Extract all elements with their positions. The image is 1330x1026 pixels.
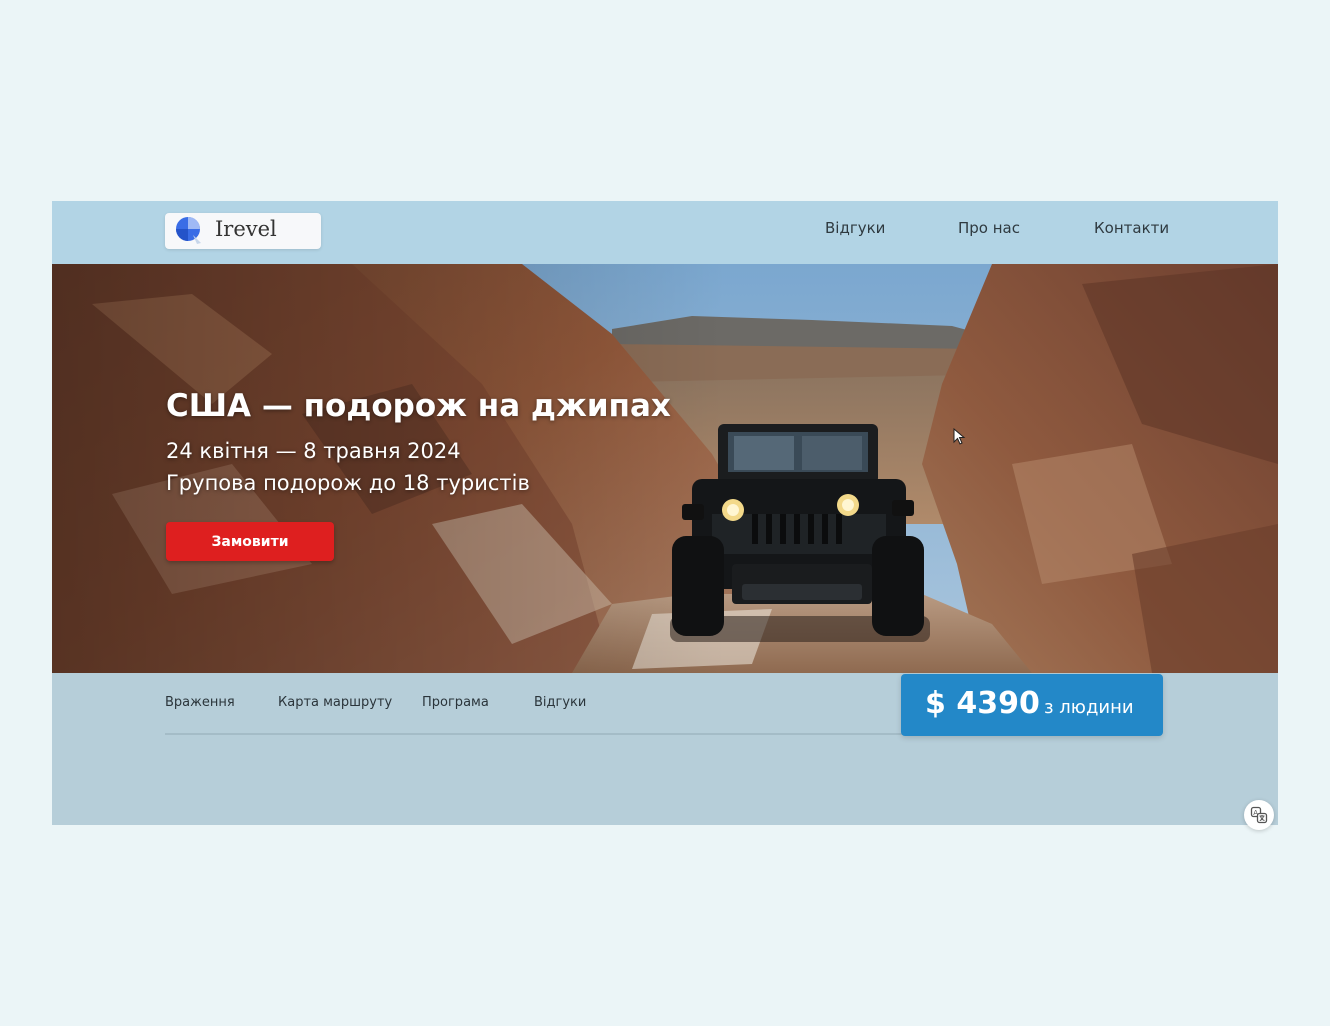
site-header: Irevel Відгуки Про нас Контакти <box>52 201 1278 264</box>
price-amount: $ 4390 <box>925 686 1040 721</box>
site-logo[interactable]: Irevel <box>165 213 321 249</box>
jeep-canyon-photo <box>52 264 1278 673</box>
price-badge: $ 4390 з людини <box>901 674 1163 736</box>
nav-reviews[interactable]: Відгуки <box>825 219 885 237</box>
order-button[interactable]: Замовити <box>166 522 334 561</box>
globe-logo-icon <box>176 217 201 244</box>
tour-dates: 24 квітня — 8 травня 2024 <box>166 439 461 463</box>
hero-title: США — подорож на джипах <box>166 388 671 424</box>
browser-viewport: Irevel Відгуки Про нас Контакти США — по… <box>52 201 1278 825</box>
nav-contacts[interactable]: Контакти <box>1094 219 1169 237</box>
subnav-divider <box>165 733 935 735</box>
translate-button[interactable]: A <box>1244 800 1274 830</box>
subnav-impressions[interactable]: Враження <box>165 695 235 710</box>
subnav-program[interactable]: Програма <box>422 695 489 710</box>
subnav-reviews[interactable]: Відгуки <box>534 695 586 710</box>
subnav-route-map[interactable]: Карта маршруту <box>278 695 392 710</box>
logo-text: Irevel <box>215 217 277 241</box>
hero-banner: США — подорож на джипах 24 квітня — 8 тр… <box>52 264 1278 673</box>
price-unit: з людини <box>1044 697 1134 718</box>
mouse-cursor-icon <box>953 428 966 445</box>
group-size-info: Групова подорож до 18 туристів <box>166 471 530 495</box>
nav-about[interactable]: Про нас <box>958 219 1020 237</box>
translate-icon: A <box>1250 806 1268 824</box>
